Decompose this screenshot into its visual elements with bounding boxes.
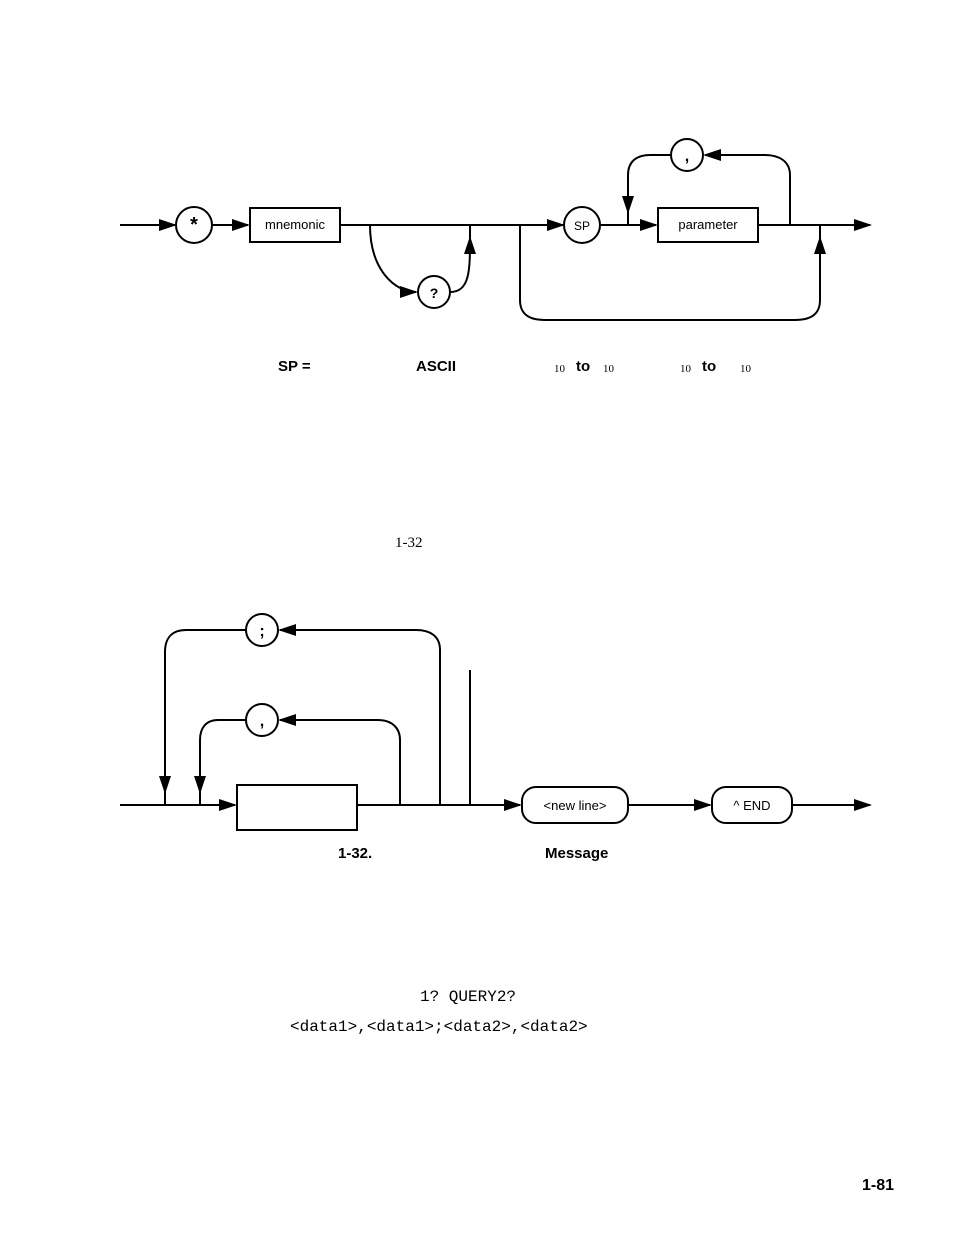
- parameter-label: parameter: [678, 217, 738, 232]
- to-2: to: [702, 358, 716, 375]
- sub10-4: 10: [740, 363, 751, 375]
- sub10-3: 10: [680, 363, 691, 375]
- diagram-top-svg: * mnemonic SP parameter ?: [0, 120, 954, 380]
- fig-label-right: Message: [545, 845, 608, 862]
- mid-ref: 1-32: [395, 535, 423, 552]
- diagram-bottom-svg: <new line> ^ END , ; 1-32. Message: [0, 590, 954, 890]
- comma-symbol-top: ,: [685, 148, 689, 165]
- example-line1: 1? QUERY2?: [420, 988, 516, 1006]
- sub10-2: 10: [603, 363, 614, 375]
- page-number: 1-81: [862, 1177, 894, 1195]
- to-1: to: [576, 358, 590, 375]
- sub10-1: 10: [554, 363, 565, 375]
- question-symbol: ?: [430, 285, 439, 301]
- end-label: ^ END: [733, 798, 770, 813]
- sp-label: SP: [574, 219, 590, 233]
- page: * mnemonic SP parameter ?: [0, 0, 954, 1243]
- comma-symbol-bottom: ,: [260, 713, 264, 730]
- fig-label-left: 1-32.: [338, 845, 372, 862]
- sp-equals: SP =: [278, 358, 311, 375]
- newline-label: <new line>: [544, 798, 607, 813]
- star-symbol: *: [188, 216, 200, 239]
- example-line2: <data1>,<data1>;<data2>,<data2>: [290, 1018, 588, 1036]
- mnemonic-label: mnemonic: [265, 217, 325, 232]
- semicolon-symbol: ;: [259, 623, 264, 640]
- ascii-label: ASCII: [416, 358, 456, 375]
